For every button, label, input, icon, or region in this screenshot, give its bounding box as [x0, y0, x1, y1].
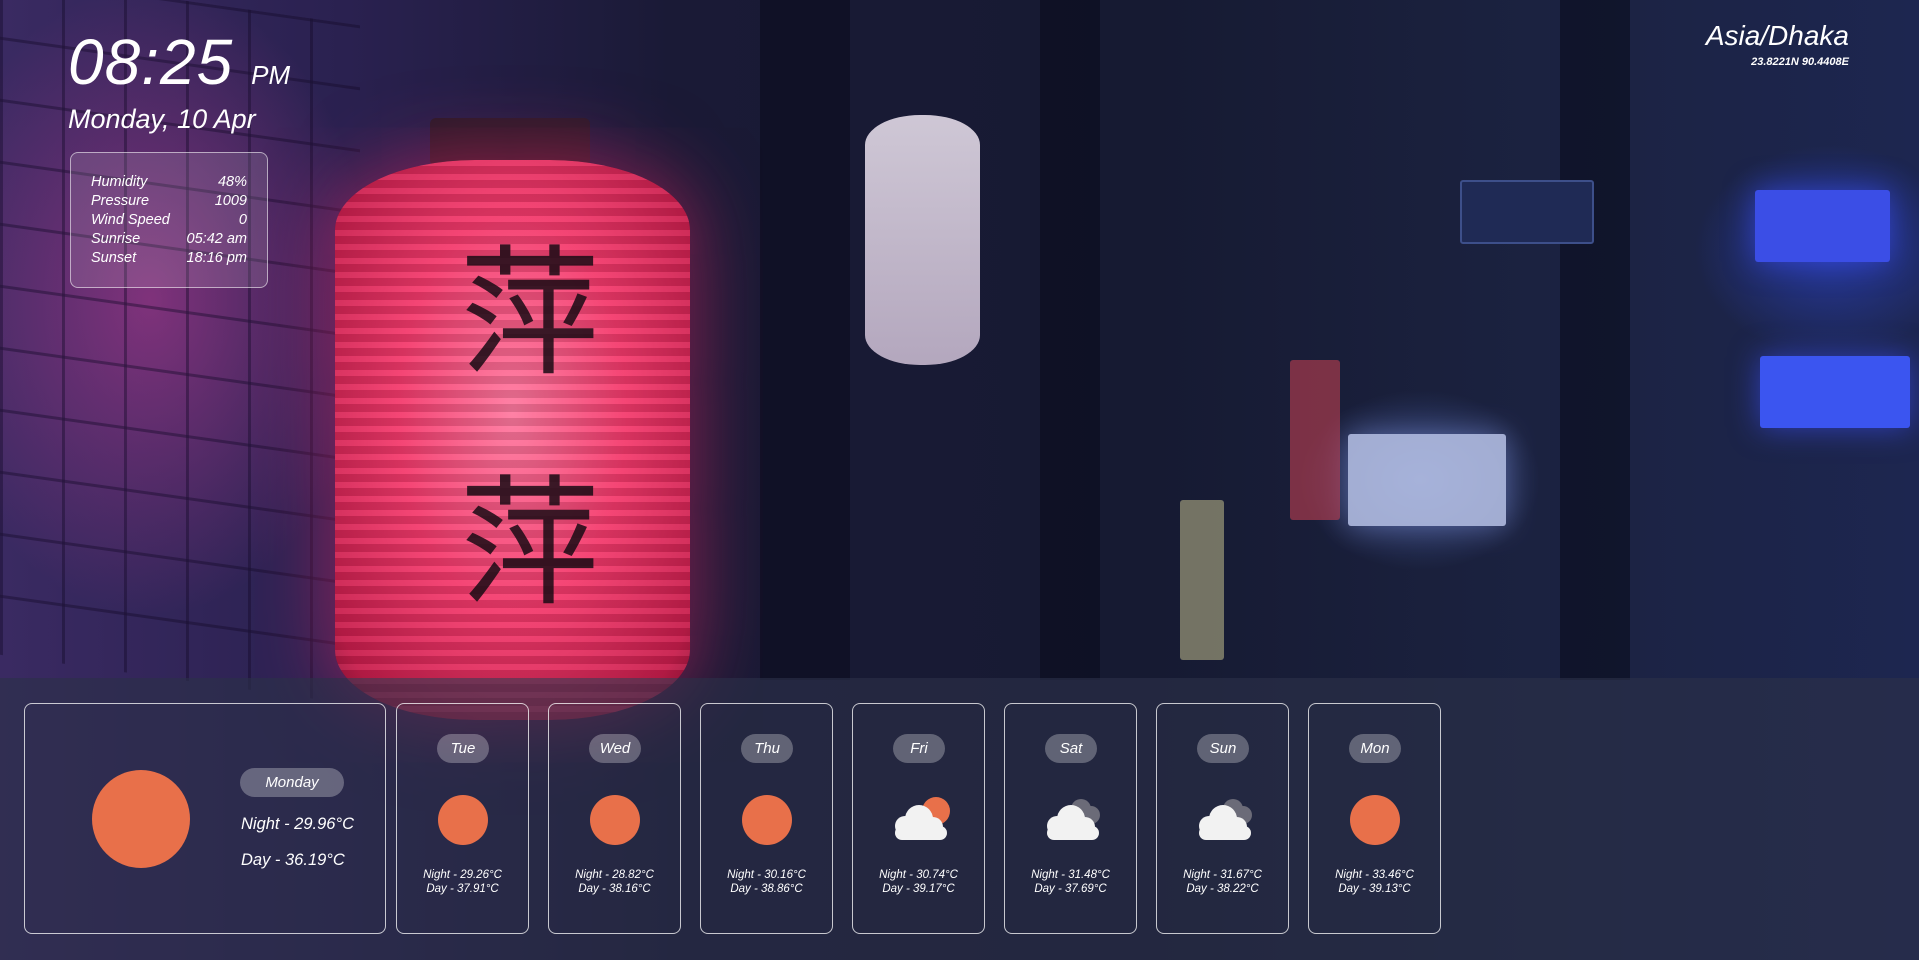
lantern-glyph: 萍: [459, 463, 600, 626]
day-label: Sat: [1045, 734, 1097, 763]
forecast-card-fri: Fri Night - 30.74°C Day - 39.17°C: [852, 703, 985, 934]
stat-value: 1009: [214, 193, 247, 209]
day-label: Monday: [240, 768, 344, 797]
light-box-sign: [1348, 434, 1506, 526]
stat-label: Sunset: [91, 250, 137, 266]
day-temperature: Day - 38.22°C: [1186, 883, 1259, 895]
day-label: Fri: [893, 734, 945, 763]
night-temperature: Night - 30.16°C: [727, 869, 806, 881]
stat-value: 0: [238, 212, 247, 228]
stat-row-sunrise: Sunrise 05:42 am: [91, 230, 247, 249]
day-temperature: Day - 39.17°C: [882, 883, 955, 895]
forecast-card-tue: Tue Night - 29.26°C Day - 37.91°C: [396, 703, 529, 934]
night-temperature: Night - 28.82°C: [575, 869, 654, 881]
forecast-card-mon: Mon Night - 33.46°C Day - 39.13°C: [1308, 703, 1441, 934]
stat-value: 05:42 am: [186, 231, 247, 247]
stat-label: Pressure: [91, 193, 150, 209]
lantern-cap: [430, 118, 590, 166]
night-temperature: Night - 31.67°C: [1183, 869, 1262, 881]
sun-icon: [590, 795, 640, 845]
day-temperature: Day - 37.91°C: [426, 883, 499, 895]
stat-label: Humidity: [91, 174, 148, 190]
sun-icon: [742, 795, 792, 845]
cloudy-icon: [1191, 796, 1257, 842]
day-temperature: Day - 38.16°C: [578, 883, 651, 895]
stat-value: 18:16 pm: [186, 250, 247, 266]
stat-row-pressure: Pressure 1009: [91, 192, 247, 211]
background-pillar: [1560, 0, 1630, 680]
background-pillar: [760, 0, 850, 680]
clock-ampm: PM: [251, 60, 291, 90]
sun-icon: [92, 770, 190, 868]
sun-icon: [438, 795, 488, 845]
forecast-card-sat: Sat Night - 31.48°C Day - 37.69°C: [1004, 703, 1137, 934]
stat-label: Sunrise: [91, 231, 141, 247]
white-lantern: [865, 115, 980, 365]
forecast-card-thu: Thu Night - 30.16°C Day - 38.86°C: [700, 703, 833, 934]
day-temperature: Day - 36.19°C: [241, 851, 345, 869]
stat-value: 48%: [217, 174, 247, 190]
night-temperature: Night - 33.46°C: [1335, 869, 1414, 881]
vertical-sign: [1290, 360, 1340, 520]
day-temperature: Day - 38.86°C: [730, 883, 803, 895]
day-label: Mon: [1349, 734, 1401, 763]
night-temperature: Night - 30.74°C: [879, 869, 958, 881]
forecast-card-sun: Sun Night - 31.67°C Day - 38.22°C: [1156, 703, 1289, 934]
day-label: Sun: [1197, 734, 1249, 763]
weather-dashboard: 萍 萍 08:25 PM Monday, 10 Apr Humidity 48%…: [0, 0, 1919, 960]
current-date: Monday, 10 Apr: [68, 104, 256, 134]
day-label: Thu: [741, 734, 793, 763]
partly-cloudy-icon: [887, 796, 953, 842]
cloudy-icon: [1039, 796, 1105, 842]
lantern-glyph: 萍: [459, 233, 600, 396]
stat-label: Wind Speed: [91, 212, 170, 228]
night-temperature: Night - 29.96°C: [241, 815, 354, 833]
stat-row-humidity: Humidity 48%: [91, 173, 247, 192]
night-temperature: Night - 31.48°C: [1031, 869, 1110, 881]
vertical-sign: [1180, 500, 1224, 660]
location-coordinates: 23.8221N 90.4408E: [1751, 56, 1849, 68]
day-temperature: Day - 37.69°C: [1034, 883, 1107, 895]
weather-stats-box: Humidity 48% Pressure 1009 Wind Speed 0 …: [70, 152, 268, 288]
clock: 08:25 PM: [68, 26, 290, 98]
clock-time: 08:25: [68, 26, 234, 98]
forecast-card-wed: Wed Night - 28.82°C Day - 38.16°C: [548, 703, 681, 934]
sun-icon: [1350, 795, 1400, 845]
day-temperature: Day - 39.13°C: [1338, 883, 1411, 895]
neon-sign: [1760, 356, 1910, 428]
street-sign: [1460, 180, 1594, 244]
stat-row-sunset: Sunset 18:16 pm: [91, 249, 247, 268]
location: Asia/Dhaka 23.8221N 90.4408E: [1706, 20, 1849, 68]
day-label: Wed: [589, 734, 641, 763]
day-label: Tue: [437, 734, 489, 763]
location-timezone: Asia/Dhaka: [1705, 20, 1849, 51]
night-temperature: Night - 29.26°C: [423, 869, 502, 881]
neon-sign: [1755, 190, 1890, 262]
stat-row-wind-speed: Wind Speed 0: [91, 211, 247, 230]
background-pillar: [1040, 0, 1100, 680]
today-forecast-card: Monday Night - 29.96°C Day - 36.19°C: [24, 703, 386, 934]
